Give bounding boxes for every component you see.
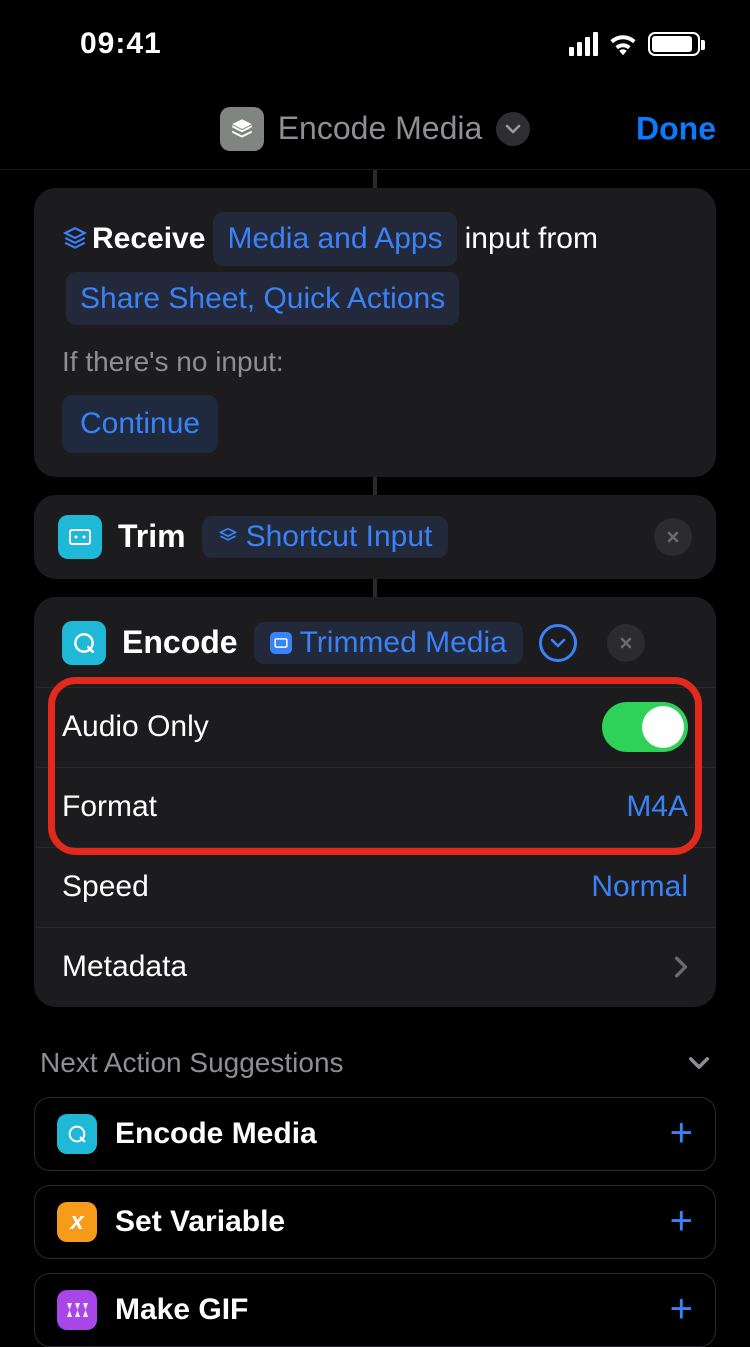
chevron-right-icon <box>674 956 688 978</box>
suggestion-label: Set Variable <box>115 1205 285 1239</box>
speed-value[interactable]: Normal <box>591 870 688 904</box>
option-metadata[interactable]: Metadata <box>34 927 716 1007</box>
status-bar: 09:41 <box>0 0 750 88</box>
audio-only-toggle[interactable] <box>602 702 688 752</box>
header-menu-button[interactable] <box>496 112 530 146</box>
encode-action-icon <box>62 621 106 665</box>
receive-types-pill[interactable]: Media and Apps <box>213 212 456 266</box>
cellular-icon <box>569 32 598 56</box>
chevron-down-icon <box>688 1056 710 1070</box>
flow-connector <box>373 477 377 495</box>
suggestion-encode-media[interactable]: Encode Media + <box>34 1097 716 1171</box>
chevron-down-icon <box>550 638 566 648</box>
remove-action-button[interactable] <box>654 518 692 556</box>
encode-action-title: Encode <box>122 624 238 661</box>
format-value[interactable]: M4A <box>626 790 688 824</box>
option-label: Format <box>62 790 157 824</box>
encode-action-card[interactable]: Encode Trimmed Media Audio Only Format <box>34 597 716 1007</box>
header-title[interactable]: Encode Media <box>220 107 531 151</box>
no-input-action-pill[interactable]: Continue <box>62 395 218 453</box>
trim-action-icon <box>58 515 102 559</box>
flow-connector <box>373 579 377 597</box>
variable-icon: x <box>57 1202 97 1242</box>
add-suggestion-button[interactable]: + <box>670 1199 693 1244</box>
header-title-text: Encode Media <box>278 110 483 147</box>
option-label: Audio Only <box>62 710 209 744</box>
option-format[interactable]: Format M4A <box>34 767 716 847</box>
suggestion-label: Make GIF <box>115 1293 248 1327</box>
magic-variable-icon <box>270 632 292 654</box>
done-button[interactable]: Done <box>636 110 716 147</box>
remove-action-button[interactable] <box>607 624 645 662</box>
add-suggestion-button[interactable]: + <box>670 1287 693 1332</box>
trim-variable-label: Shortcut Input <box>246 520 433 554</box>
suggestion-label: Encode Media <box>115 1117 317 1151</box>
trim-action-title: Trim <box>118 518 186 555</box>
battery-icon <box>648 32 700 56</box>
receive-sources-pill[interactable]: Share Sheet, Quick Actions <box>66 272 459 326</box>
encode-variable-pill[interactable]: Trimmed Media <box>254 622 523 664</box>
flow-connector <box>373 170 377 188</box>
encode-variable-label: Trimmed Media <box>300 626 507 660</box>
option-speed[interactable]: Speed Normal <box>34 847 716 927</box>
suggestions-title: Next Action Suggestions <box>40 1047 344 1079</box>
quicktime-icon <box>57 1114 97 1154</box>
option-label: Speed <box>62 870 149 904</box>
shortcut-input-icon <box>218 527 238 547</box>
shortcut-input-icon <box>62 226 88 252</box>
option-label: Metadata <box>62 950 187 984</box>
add-suggestion-button[interactable]: + <box>670 1111 693 1156</box>
suggestion-make-gif[interactable]: Make GIF + <box>34 1273 716 1347</box>
status-time: 09:41 <box>80 27 162 61</box>
status-icons <box>569 32 700 56</box>
receive-input-card[interactable]: Receive Media and Apps input from Share … <box>34 188 716 477</box>
gif-icon <box>57 1290 97 1330</box>
chevron-down-icon <box>505 124 521 134</box>
shortcut-glyph-icon <box>220 107 264 151</box>
collapse-button[interactable] <box>539 624 577 662</box>
close-icon <box>619 636 633 650</box>
receive-suffix: input from <box>465 214 598 264</box>
wifi-icon <box>608 32 638 56</box>
suggestions-header[interactable]: Next Action Suggestions <box>34 1007 716 1097</box>
option-audio-only[interactable]: Audio Only <box>34 687 716 767</box>
trim-action-card[interactable]: Trim Shortcut Input <box>34 495 716 579</box>
trim-variable-pill[interactable]: Shortcut Input <box>202 516 449 558</box>
quicktime-icon <box>71 630 97 656</box>
receive-verb: Receive <box>92 214 205 264</box>
close-icon <box>666 530 680 544</box>
no-input-label: If there's no input: <box>62 339 688 385</box>
editor-header: Encode Media Done <box>0 88 750 170</box>
suggestion-set-variable[interactable]: x Set Variable + <box>34 1185 716 1259</box>
